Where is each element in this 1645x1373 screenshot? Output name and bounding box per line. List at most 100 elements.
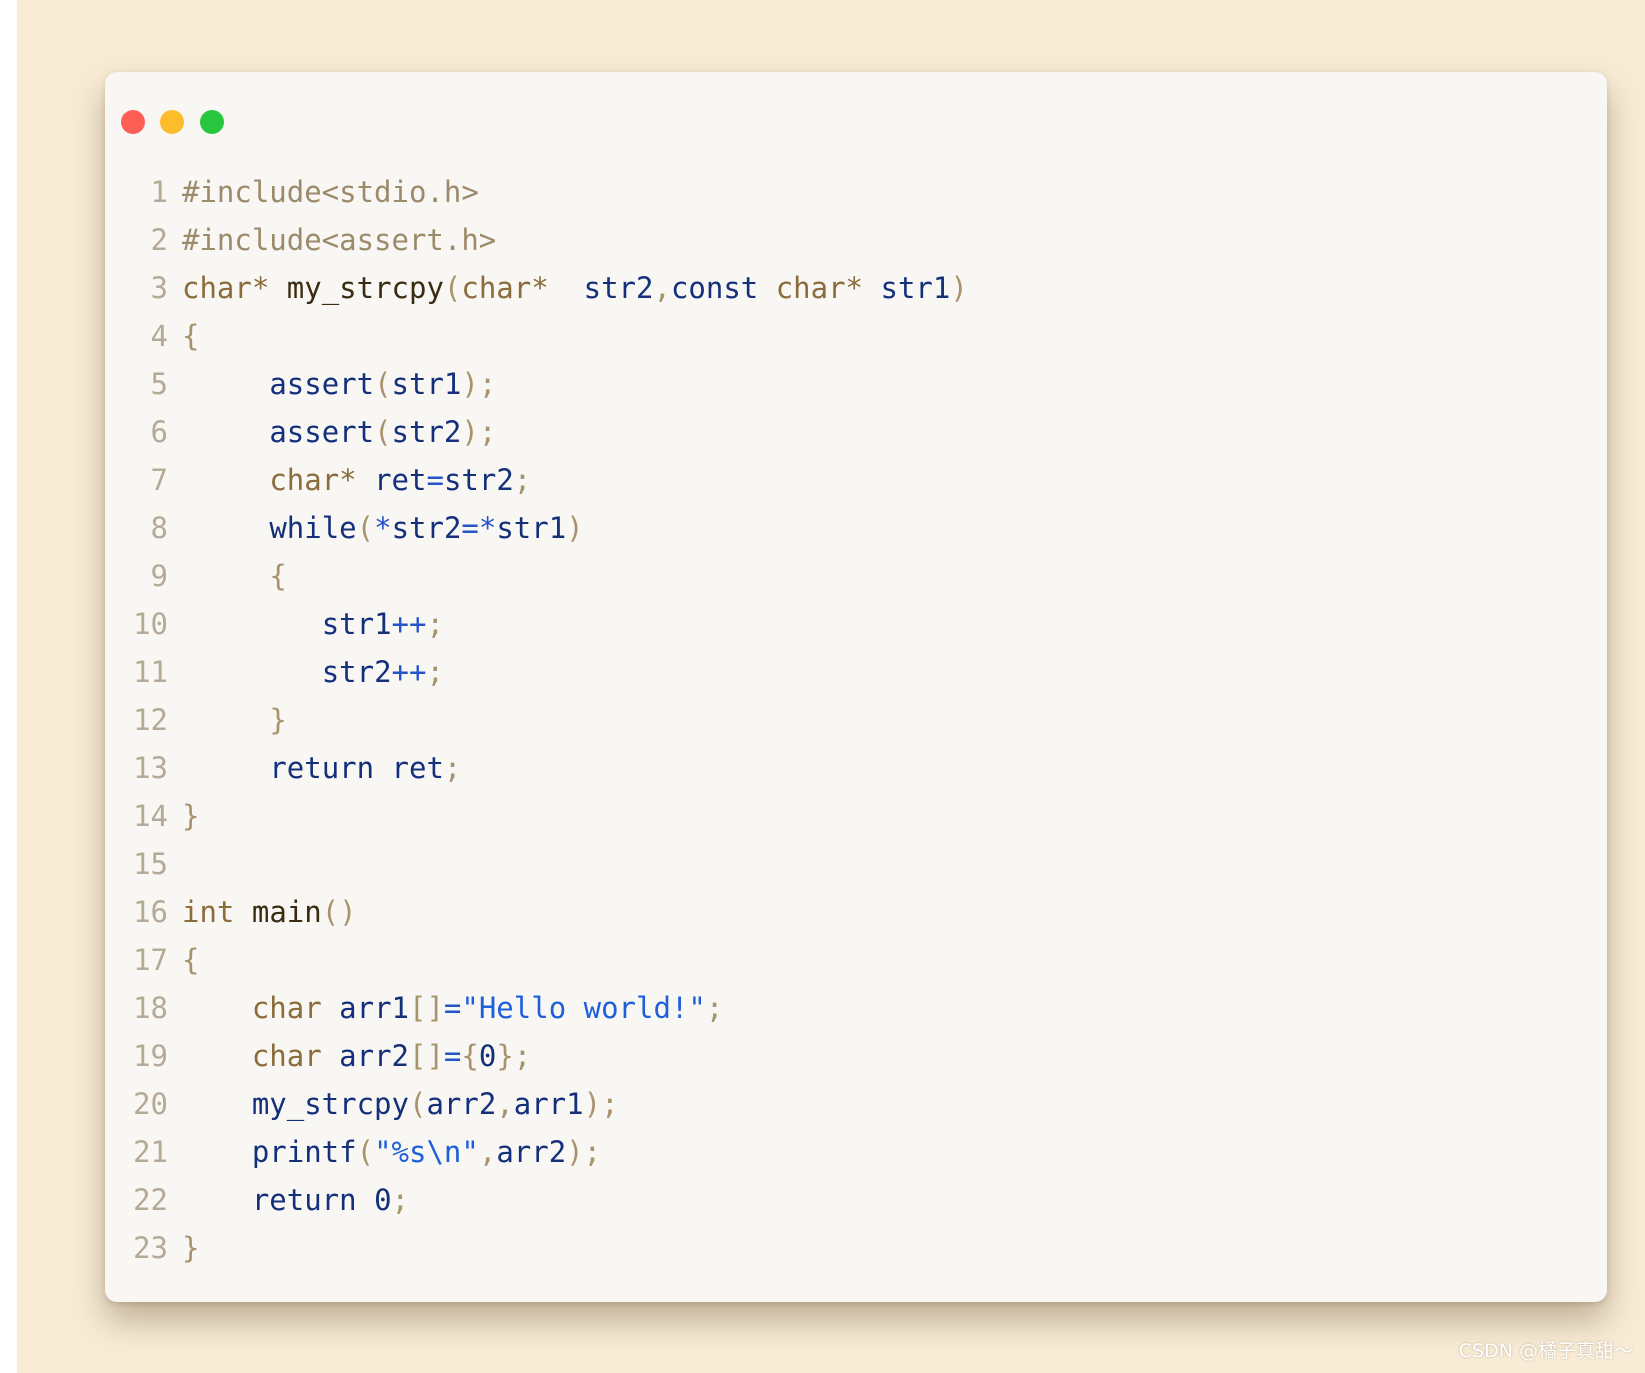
code-token: return bbox=[251, 1183, 357, 1217]
code-token: ( bbox=[374, 415, 392, 449]
code-text: return ret; bbox=[182, 744, 461, 792]
code-token: str2 bbox=[321, 655, 392, 689]
code-token: }; bbox=[496, 1039, 532, 1073]
code-token: } bbox=[269, 703, 287, 737]
code-token: 0 bbox=[356, 1183, 392, 1217]
maximize-window-dot-icon[interactable] bbox=[200, 110, 224, 134]
code-token: [] bbox=[409, 1039, 444, 1073]
code-token: char* bbox=[182, 271, 270, 305]
line-number: 3 bbox=[150, 271, 168, 305]
code-text: while(*str2=*str1) bbox=[182, 504, 583, 552]
line-number: 1 bbox=[150, 175, 168, 209]
code-text: } bbox=[182, 696, 287, 744]
code-text: char* my_strcpy(char* str2,const char* s… bbox=[182, 264, 968, 312]
line-number: 12 bbox=[133, 703, 168, 737]
code-text: } bbox=[182, 1224, 199, 1272]
line-number: 5 bbox=[150, 367, 168, 401]
line-number: 6 bbox=[150, 415, 168, 449]
code-token: { bbox=[182, 943, 200, 977]
minimize-window-dot-icon[interactable] bbox=[160, 110, 184, 134]
code-text: char arr1[]="Hello world!"; bbox=[182, 984, 723, 1032]
line-number: 14 bbox=[133, 799, 168, 833]
code-token: while bbox=[269, 511, 357, 545]
code-token: , bbox=[478, 1135, 497, 1169]
code-token: { bbox=[269, 559, 287, 593]
code-token: arr2 bbox=[321, 1039, 409, 1073]
code-token: "Hello world!" bbox=[461, 991, 706, 1025]
close-window-dot-icon[interactable] bbox=[121, 110, 145, 134]
code-token: str1 bbox=[391, 367, 462, 401]
code-token: "%s\n" bbox=[374, 1135, 479, 1169]
line-number: 23 bbox=[133, 1231, 168, 1265]
line-number: 19 bbox=[133, 1039, 168, 1073]
code-text: printf("%s\n",arr2); bbox=[182, 1128, 601, 1176]
code-token: char* bbox=[461, 271, 549, 305]
code-text: str1++; bbox=[182, 600, 444, 648]
code-text: assert(str2); bbox=[182, 408, 496, 456]
code-token: ( bbox=[408, 1087, 427, 1121]
line-number: 7 bbox=[150, 463, 168, 497]
code-text: { bbox=[182, 936, 199, 984]
code-text: char arr2[]={0}; bbox=[182, 1032, 531, 1080]
code-token: #include<assert.h> bbox=[182, 223, 497, 257]
line-number: 20 bbox=[133, 1087, 168, 1121]
code-token: [] bbox=[409, 991, 444, 1025]
code-token: str1 bbox=[496, 511, 567, 545]
code-token: ); bbox=[461, 415, 497, 449]
line-number: 21 bbox=[133, 1135, 168, 1169]
code-token: printf bbox=[251, 1135, 357, 1169]
code-token: const bbox=[670, 271, 759, 305]
line-number: 2 bbox=[150, 223, 168, 257]
code-token: arr2 bbox=[496, 1135, 567, 1169]
code-token: ); bbox=[583, 1087, 619, 1121]
line-number: 22 bbox=[133, 1183, 168, 1217]
code-token: 0 bbox=[478, 1039, 497, 1073]
code-token: assert bbox=[269, 415, 375, 449]
code-text: my_strcpy(arr2,arr1); bbox=[182, 1080, 619, 1128]
code-token: ++ bbox=[391, 607, 427, 641]
code-token: () bbox=[321, 895, 357, 929]
code-text: } bbox=[182, 792, 199, 840]
code-token: ); bbox=[461, 367, 497, 401]
code-token: { bbox=[182, 319, 200, 353]
code-token: str1 bbox=[321, 607, 392, 641]
code-token: ; bbox=[443, 751, 462, 785]
code-token: ); bbox=[566, 1135, 602, 1169]
code-token: #include<stdio.h> bbox=[182, 175, 479, 209]
code-token: { bbox=[461, 1039, 479, 1073]
line-number: 11 bbox=[133, 655, 168, 689]
code-token: = bbox=[443, 991, 462, 1025]
code-token: ( bbox=[374, 367, 392, 401]
line-number: 17 bbox=[133, 943, 168, 977]
code-token: ; bbox=[705, 991, 724, 1025]
code-token: ; bbox=[391, 1183, 409, 1217]
code-token: = bbox=[443, 1039, 462, 1073]
code-text: return 0; bbox=[182, 1176, 409, 1224]
line-number: 4 bbox=[150, 319, 168, 353]
line-number: 15 bbox=[133, 847, 168, 881]
code-token: char* bbox=[775, 271, 864, 305]
code-token: my_strcpy bbox=[251, 1087, 409, 1121]
code-token: , bbox=[496, 1087, 514, 1121]
code-token: * bbox=[374, 511, 392, 545]
code-token: arr1 bbox=[321, 991, 409, 1025]
code-token: str1 bbox=[863, 271, 951, 305]
code-token: ; bbox=[426, 655, 444, 689]
code-token: return bbox=[269, 751, 375, 785]
code-token: ret bbox=[356, 463, 427, 497]
code-token: my_strcpy bbox=[286, 271, 444, 305]
line-number: 9 bbox=[150, 559, 168, 593]
